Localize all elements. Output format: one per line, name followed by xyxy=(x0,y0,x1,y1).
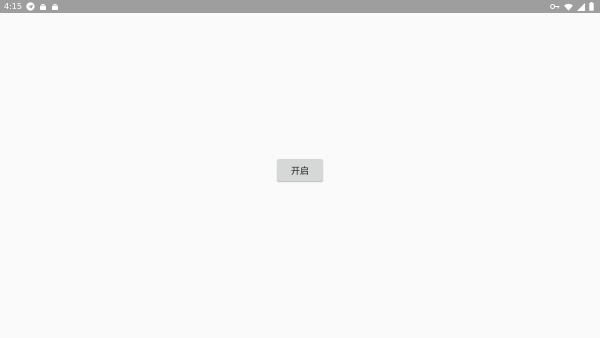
status-left: 4:15 xyxy=(4,0,59,13)
battery-icon xyxy=(589,2,594,11)
android-icon xyxy=(39,2,47,11)
main-content: 开启 xyxy=(0,13,600,338)
signal-icon xyxy=(577,2,585,11)
wifi-icon xyxy=(564,3,573,11)
status-right xyxy=(550,2,594,11)
status-bar: 4:15 xyxy=(0,0,600,13)
enable-button[interactable]: 开启 xyxy=(277,159,323,181)
android-icon xyxy=(51,2,59,11)
telegram-icon xyxy=(26,2,35,11)
status-time: 4:15 xyxy=(4,2,22,11)
key-icon xyxy=(550,3,560,10)
